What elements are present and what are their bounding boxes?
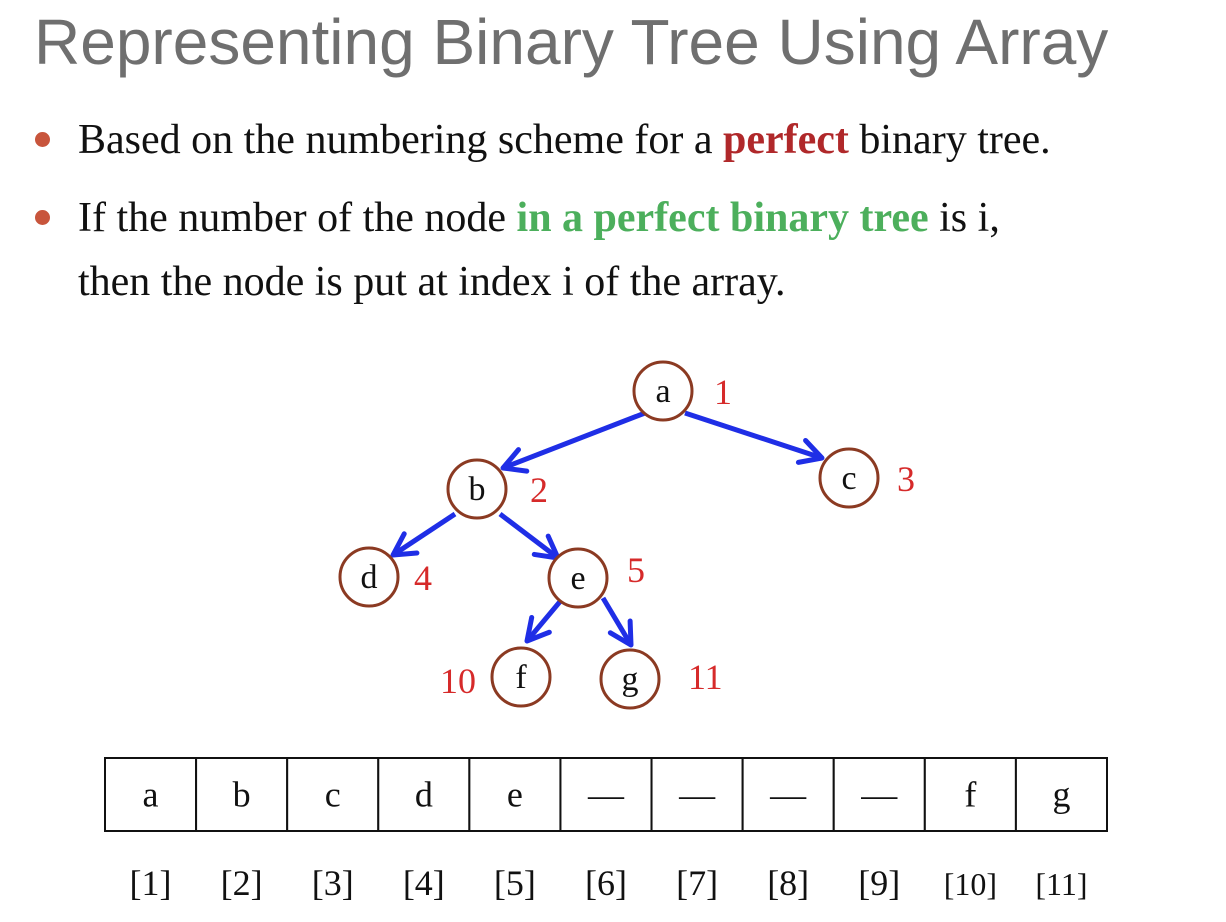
node-label: a xyxy=(655,373,670,410)
node-label: d xyxy=(361,559,378,596)
array-index-label: [11] xyxy=(1035,866,1087,902)
tree-node: b2 xyxy=(446,458,548,520)
node-number: 3 xyxy=(897,459,915,499)
array-cell-value: — xyxy=(678,775,716,815)
array-cells: a b c d e — — — — f g xyxy=(104,757,1109,832)
tree-node: g 11 xyxy=(599,648,723,710)
tree-array-diagram: a 1b 2 c 3d 4 e 5f10 g 11 a b c d e — — — — f g [1] [2] [3] [4… xyxy=(104,360,1109,903)
tree-node: a1 xyxy=(632,360,732,422)
node-label: e xyxy=(570,560,585,597)
array-indices: [1] [2] [3] [4] [5] [6] [7] [8] [9] [10] [11] xyxy=(130,863,1088,903)
node-number: 10 xyxy=(440,661,476,701)
node-label: f xyxy=(515,659,527,696)
node-label: g xyxy=(622,661,639,698)
node-number: 4 xyxy=(414,558,432,598)
array-index-label: [1] xyxy=(130,863,172,903)
array-cell-value: g xyxy=(1052,775,1070,815)
tree-edges xyxy=(390,410,825,648)
array-cell-value: c xyxy=(325,775,341,815)
node-label: b xyxy=(469,471,486,508)
tree-node: d4 xyxy=(338,546,432,608)
array-index-label: [5] xyxy=(494,863,536,903)
array-cell-value: e xyxy=(507,775,523,815)
node-number: 2 xyxy=(530,470,548,510)
array-index-label: [3] xyxy=(312,863,354,903)
array-index-label: [7] xyxy=(676,863,718,903)
tree-edge xyxy=(502,410,646,471)
array-index-label: [8] xyxy=(767,863,809,903)
tree-node: c3 xyxy=(818,447,915,509)
array-cell-value: a xyxy=(143,775,159,815)
array-cell-value: d xyxy=(415,775,433,815)
array-cell-value: f xyxy=(964,775,976,815)
array-index-label: [9] xyxy=(858,863,900,903)
array-cell-value: — xyxy=(769,775,807,815)
node-label: c xyxy=(841,460,856,497)
node-number: 1 xyxy=(714,372,732,412)
tree-edge xyxy=(684,410,823,461)
node-number: 11 xyxy=(688,657,723,697)
array-cell-value: — xyxy=(587,775,625,815)
array-index-label: [6] xyxy=(585,863,627,903)
tree-node: f 10 xyxy=(440,646,552,708)
array-index-label: [10] xyxy=(944,866,997,902)
tree-node: e5 xyxy=(547,547,645,609)
array-cell-value: b xyxy=(233,775,251,815)
node-number: 5 xyxy=(627,550,645,590)
array-index-label: [4] xyxy=(403,863,445,903)
array-index-label: [2] xyxy=(221,863,263,903)
array-cell-value: — xyxy=(860,775,898,815)
